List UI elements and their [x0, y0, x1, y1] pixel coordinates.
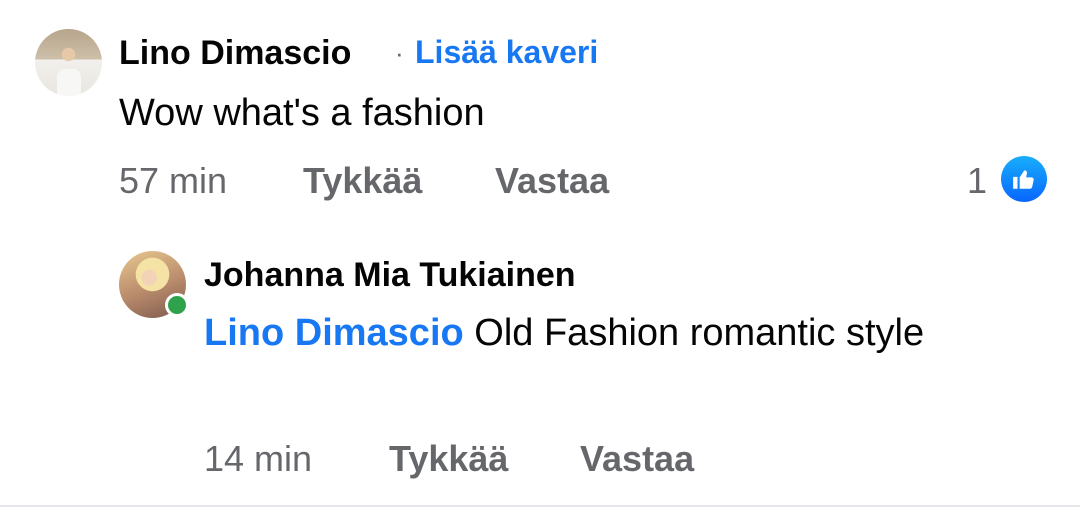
- separator-dot: ·: [395, 38, 404, 68]
- like-button[interactable]: Tykkää: [303, 160, 422, 202]
- comment-timestamp: 57 min: [119, 160, 228, 201]
- reply-like-button[interactable]: Tykkää: [389, 438, 508, 480]
- reply-timestamp: 14 min: [204, 438, 313, 479]
- avatar[interactable]: [35, 29, 102, 96]
- add-friend-link[interactable]: Lisää kaveri: [415, 34, 598, 71]
- divider: [0, 505, 1080, 507]
- comment-author[interactable]: Lino Dimascio: [119, 34, 351, 73]
- reaction-count[interactable]: 1: [967, 160, 987, 202]
- reply-author[interactable]: Johanna Mia Tukiainen: [204, 256, 576, 295]
- reply-text: Lino Dimascio Old Fashion romantic style: [204, 304, 964, 362]
- reply-reply-button[interactable]: Vastaa: [580, 438, 694, 480]
- mention-link[interactable]: Lino Dimascio: [204, 312, 464, 354]
- thumbs-up-icon[interactable]: [1001, 156, 1047, 202]
- reply-body: Old Fashion romantic style: [463, 312, 925, 354]
- reply-button[interactable]: Vastaa: [495, 160, 609, 202]
- online-status-indicator: [165, 293, 189, 317]
- comment-text: Wow what's a fashion: [119, 92, 485, 134]
